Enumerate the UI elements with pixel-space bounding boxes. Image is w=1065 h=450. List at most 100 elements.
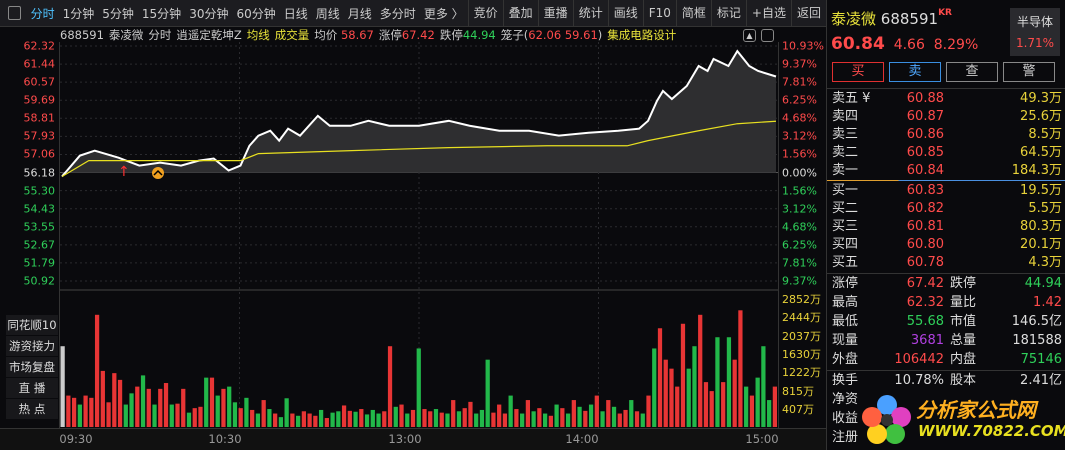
sector-label[interactable]: 集成电路设计 [607,27,676,43]
volume-bar [675,386,680,427]
bid-row-a: 买四 [832,237,859,252]
tab-9[interactable]: 多分时 [376,5,420,22]
tab-3[interactable]: 15分钟 [138,5,185,22]
volume-bar [698,314,703,427]
flower-logo-icon [862,395,911,444]
toolbar-button-5[interactable]: F10 [642,0,676,27]
volume-bar [749,395,755,427]
volume-tick: 2852万 [782,293,821,306]
volume-bar [726,337,732,427]
tab-5[interactable]: 60分钟 [232,5,279,22]
volume-bar [146,388,151,427]
stock-code: 688591 [60,28,104,42]
tab-6[interactable]: 日线 [280,5,312,22]
volume-bar [433,409,439,427]
toolbar-button-8[interactable]: +自选 [745,0,791,27]
time-tick: 14:00 [565,432,599,446]
volume-bar [376,413,381,427]
volume-bar [330,412,335,427]
toolbar-button-9[interactable]: 返回 [790,0,826,27]
side-button-4[interactable]: 热 点 [6,399,58,419]
expand-icon[interactable]: ▲ [743,28,756,42]
volume-bar [83,395,88,427]
volume-bar [163,383,169,427]
volume-bar [341,405,347,427]
pct-tick: 6.25% [782,93,817,107]
volume-bar [428,411,433,427]
panel-toggle-icon[interactable] [761,28,774,42]
ask-row-a: 卖五 ¥ [832,91,871,106]
intraday-chart[interactable]: ↑ [60,42,778,428]
toolbar-button-6[interactable]: 简框 [675,0,711,27]
time-tick: 15:00 [745,432,779,446]
bid-row-c: 4.3万 [1028,255,1062,270]
side-button-3[interactable]: 直 播 [6,378,58,398]
price-change-pct: 8.29% [933,37,979,53]
bid-row-a: 买二 [832,201,859,216]
volume-bar [594,395,599,427]
bid-row: 买二 60.82 5.5万 [832,200,1062,218]
ask-row-a: 卖四 [832,109,859,124]
volume-bar [399,404,404,427]
volume-bar [77,404,82,427]
volume-bar [617,413,622,427]
toolbar-button-2[interactable]: 重播 [537,0,573,27]
pct-tick: 7.81% [782,75,817,89]
stat-row-d: 内盘 [950,352,977,367]
volume-bar [410,409,416,427]
stat-row-c: 75146 [1020,352,1062,367]
tab-8[interactable]: 月线 [344,5,376,22]
volume-bar [554,404,559,427]
toolbar-button-4[interactable]: 画线 [607,0,643,27]
price-tick: 52.67 [23,238,56,252]
ask-row-c: 64.5万 [1020,145,1062,160]
toolbar-button-3[interactable]: 统计 [572,0,608,27]
ask-row: 卖四 60.87 25.6万 [832,108,1062,126]
tab-0[interactable]: 分时 [27,5,59,22]
toolbar-button-1[interactable]: 叠加 [502,0,538,27]
stat-row-c: 2.41亿 [1020,373,1062,388]
volume-bar [255,413,261,427]
ask-row: 卖五 ¥ 60.88 49.3万 [832,90,1062,108]
sell-button[interactable]: 卖 [889,62,941,82]
tab-7[interactable]: 周线 [312,5,344,22]
alert-button[interactable]: 警 [1003,62,1055,82]
ask-row-c: 25.6万 [1020,109,1062,124]
ask-row: 卖一 60.84 184.3万 [832,162,1062,180]
tab-4[interactable]: 30分钟 [185,5,232,22]
price-tick: 54.43 [23,202,56,216]
tab-1[interactable]: 1分钟 [59,5,99,22]
volume-bar [117,379,123,427]
sidebar-toggle-icon[interactable] [8,6,21,20]
volume-bar [657,328,663,427]
volume-bar [520,413,525,427]
volume-bar [169,404,174,427]
volume-bar [364,414,370,427]
price-tick: 61.44 [23,57,56,71]
volume-bar [261,400,266,427]
volume-bar [181,388,186,427]
indicator-name[interactable]: 逍遥定乾坤Z [176,27,241,43]
volume-label: 成交量 [274,28,310,42]
side-button-0[interactable]: 同花顺10 [6,315,58,335]
sector-badge[interactable]: 半导体 1.71% [1010,8,1060,56]
toolbar-button-0[interactable]: 竞价 [467,0,503,27]
tab-10[interactable]: 更多 〉 [420,5,468,22]
pct-tick: 4.68% [782,220,817,234]
volume-tick: 1630万 [782,347,821,361]
price-tick: 53.55 [23,220,56,234]
side-button-1[interactable]: 游资接力 [6,336,58,356]
volume-bar [508,395,513,427]
volume-bar [583,410,588,427]
bid-row: 买五 60.78 4.3万 [832,254,1062,272]
side-button-2[interactable]: 市场复盘 [6,357,58,377]
volume-tick: 2444万 [782,311,821,325]
query-button[interactable]: 查 [946,62,998,82]
stat-row: 最高 62.32 量比 1.42 [832,294,1062,312]
tab-2[interactable]: 5分钟 [98,5,138,22]
toolbar-button-7[interactable]: 标记 [710,0,746,27]
volume-bar [606,400,611,427]
buy-button[interactable]: 买 [832,62,884,82]
stat-row-b: 55.68 [906,314,944,329]
volume-bar [565,413,571,427]
